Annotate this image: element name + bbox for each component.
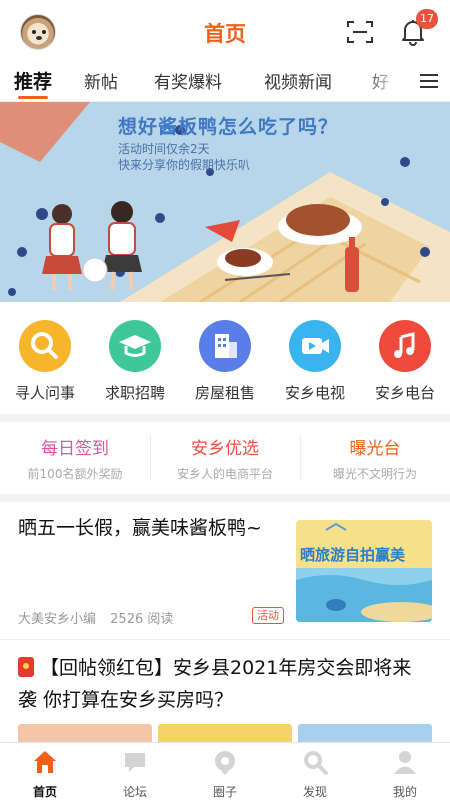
article-tag: 活动 [252, 607, 284, 624]
article-card[interactable]: 晒五一长假，赢美味酱板鸭~ 大美安乡小编 2526 阅读 活动 晒旅游自拍赢美 [0, 502, 450, 640]
article-title-wrap: 【回帖领红包】安乡县2021年房交会即将来袭 你打算在安乡买房吗？ [18, 652, 430, 716]
quick-link-label: 安乡电视 [284, 384, 345, 402]
video-camera-icon [289, 320, 341, 372]
app-root: 首页 17 推荐 新帖 有奖爆料 视频新闻 好 [0, 0, 450, 800]
home-icon [34, 751, 56, 773]
notification-badge: 17 [416, 9, 438, 29]
quick-link-label: 寻人问事 [14, 384, 75, 402]
feature-subtitle: 安乡人的电商平台 [176, 467, 273, 481]
article-reads: 2526 阅读 [110, 612, 174, 627]
feature-subtitle: 前100名额外奖励 [27, 467, 123, 481]
nav-label: 发现 [302, 785, 327, 799]
discover-icon [304, 751, 328, 775]
nav-discover[interactable]: 发现 [270, 749, 360, 800]
article-meta: 大美安乡小编 2526 阅读 [18, 608, 173, 627]
article-card[interactable]: 【回帖领红包】安乡县2021年房交会即将来袭 你打算在安乡买房吗？ [0, 640, 450, 744]
top-header: 首页 17 [0, 0, 450, 62]
graduation-cap-icon [109, 320, 161, 372]
quick-link-label: 房屋租售 [194, 384, 255, 402]
nav-label: 论坛 [122, 785, 147, 799]
banner-line-1: 活动时间仅余2天 [118, 142, 210, 156]
section-divider [0, 494, 450, 502]
article-title: 【回帖领红包】安乡县2021年房交会即将来袭 你打算在安乡买房吗？ [18, 657, 412, 711]
tab-active-indicator [18, 96, 48, 99]
nav-label: 圈子 [212, 785, 237, 799]
quick-link-tv[interactable]: 安乡电视 [270, 320, 360, 403]
feature-exposure[interactable]: 曝光台 曝光不文明行为 [300, 434, 450, 482]
quick-link-label: 求职招聘 [104, 384, 165, 402]
article-thumbnail [18, 724, 152, 744]
music-note-icon [379, 320, 431, 372]
menu-icon[interactable] [420, 74, 438, 88]
tab-video-news[interactable]: 视频新闻 [264, 68, 332, 93]
promo-banner[interactable]: 想好酱板鸭怎么吃了吗？ 活动时间仅余2天 快来分享你的假期快乐叭 [0, 102, 450, 302]
building-icon [199, 320, 251, 372]
feature-title: 安乡优选 [191, 439, 259, 459]
tab-new-posts[interactable]: 新帖 [84, 68, 118, 93]
nav-home[interactable]: 首页 [0, 749, 90, 800]
nav-circle[interactable]: 圈子 [180, 749, 270, 800]
tab-recommend[interactable]: 推荐 [14, 67, 52, 94]
user-icon [394, 751, 416, 774]
quick-link-radio[interactable]: 安乡电台 [360, 320, 450, 403]
banner-line-2: 快来分享你的假期快乐叭 [118, 158, 251, 172]
article-author: 大美安乡小编 [18, 612, 97, 627]
chat-icon [125, 753, 145, 772]
tab-reward-tips[interactable]: 有奖爆料 [154, 68, 222, 93]
nav-mine[interactable]: 我的 [360, 749, 450, 800]
section-divider [0, 414, 450, 422]
nav-label: 我的 [392, 785, 417, 799]
thumbnail-caption: 晒旅游自拍赢美 [300, 546, 406, 564]
feature-title: 曝光台 [349, 439, 401, 459]
bottom-nav: 首页 论坛 圈子 发现 我的 [0, 742, 450, 800]
page-title: 首页 [204, 22, 246, 46]
quick-link-housing[interactable]: 房屋租售 [180, 320, 270, 403]
nav-forum[interactable]: 论坛 [90, 749, 180, 800]
article-thumbnail [158, 724, 292, 744]
feature-daily-checkin[interactable]: 每日签到 前100名额外奖励 [0, 434, 150, 482]
red-envelope-icon [18, 657, 34, 677]
banner-title: 想好酱板鸭怎么吃了吗？ [118, 116, 339, 138]
article-thumbnail: 晒旅游自拍赢美 [296, 520, 432, 622]
article-title: 晒五一长假，赢美味酱板鸭~ [18, 517, 262, 539]
category-tabs: 推荐 新帖 有奖爆料 视频新闻 好 [0, 62, 450, 102]
quick-link-jobs[interactable]: 求职招聘 [90, 320, 180, 403]
quick-link-search-people[interactable]: 寻人问事 [0, 320, 90, 403]
feature-entries: 每日签到 前100名额外奖励 安乡优选 安乡人的电商平台 曝光台 曝光不文明行为 [0, 422, 450, 494]
nav-label: 首页 [32, 785, 57, 799]
feature-subtitle: 曝光不文明行为 [332, 467, 417, 481]
circle-icon [215, 751, 235, 775]
quick-links: 寻人问事 求职招聘 房屋租售 安乡电视 安乡电台 [0, 302, 450, 414]
tab-fade-overlay [364, 62, 414, 100]
search-icon [19, 320, 71, 372]
feature-title: 每日签到 [41, 439, 109, 459]
scan-icon[interactable] [347, 20, 373, 44]
article-thumbnails [18, 724, 432, 744]
quick-link-label: 安乡电台 [374, 384, 435, 402]
feature-anxiang-select[interactable]: 安乡优选 安乡人的电商平台 [150, 434, 300, 482]
article-thumbnail [298, 724, 432, 744]
